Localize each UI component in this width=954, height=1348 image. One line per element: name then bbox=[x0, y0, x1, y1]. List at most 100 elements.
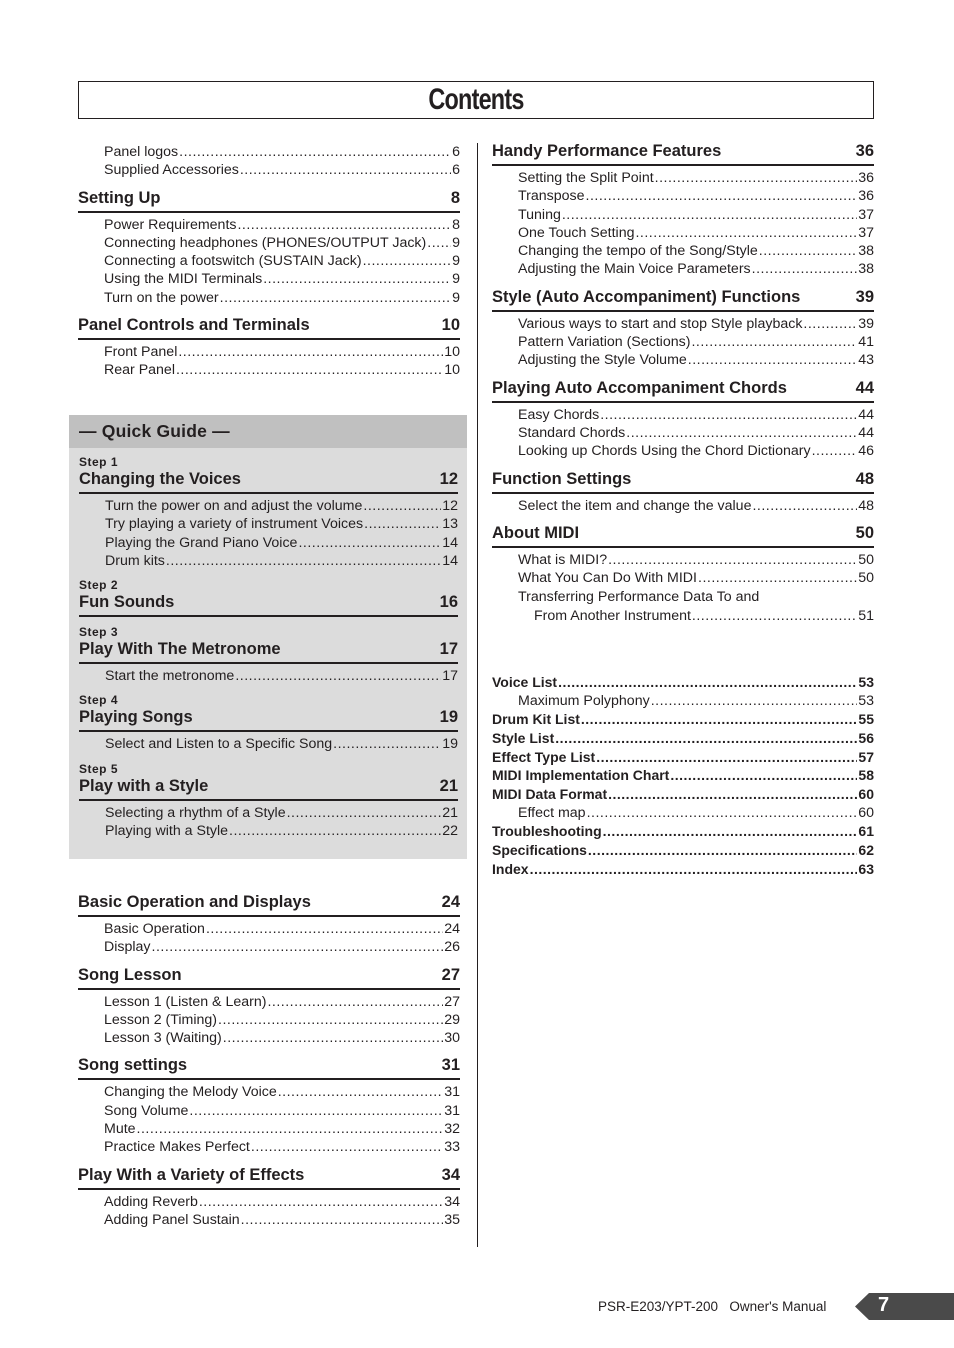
toc-section: Play With a Variety of Effects 34 Adding R… bbox=[78, 1165, 460, 1230]
section-heading[interactable]: Changing the Voices 12 bbox=[79, 469, 458, 494]
toc-entry[interactable]: Easy Chords 44 bbox=[492, 406, 874, 424]
section-heading[interactable]: Function Settings 48 bbox=[492, 469, 874, 494]
toc-entry-page: 22 bbox=[442, 823, 458, 840]
section-page: 44 bbox=[855, 378, 874, 397]
section-heading[interactable]: Song Lesson 27 bbox=[78, 965, 460, 990]
toc-entry[interactable]: Connecting a footswitch (SUSTAIN Jack) 9 bbox=[78, 252, 460, 270]
toc-subentries: Setting the Split Point36Transpose36Tuni… bbox=[492, 166, 874, 279]
toc-entry-page: 51 bbox=[858, 607, 874, 624]
toc-entry[interactable]: Voice List 53 bbox=[492, 673, 874, 692]
toc-entry[interactable]: Adding Panel Sustain 35 bbox=[78, 1211, 460, 1229]
toc-entry-label: Selecting a rhythm of a Style bbox=[105, 804, 286, 821]
section-heading[interactable]: Play with a Style 21 bbox=[79, 776, 458, 801]
toc-entry[interactable]: Start the metronome 17 bbox=[79, 667, 458, 685]
toc-entry[interactable]: Power Requirements 8 bbox=[78, 216, 460, 234]
quick-guide-panel: — Quick Guide — Step 1 Changing the Voice… bbox=[69, 415, 467, 859]
section-title: Setting Up bbox=[78, 188, 161, 207]
section-heading[interactable]: Handy Performance Features 36 bbox=[492, 141, 874, 166]
toc-entry[interactable]: Looking up Chords Using the Chord Dictio… bbox=[492, 442, 874, 460]
toc-entry[interactable]: Transpose 36 bbox=[492, 187, 874, 205]
toc-section: Setting Up 8 Power Requirements 8 Connecting… bbox=[78, 188, 460, 307]
section-heading[interactable]: Setting Up 8 bbox=[78, 188, 460, 213]
toc-entry[interactable]: Lesson 2 (Timing) 29 bbox=[78, 1011, 460, 1029]
toc-entry-page: 43 bbox=[858, 352, 874, 369]
toc-entry[interactable]: Troubleshooting 61 bbox=[492, 822, 874, 841]
section-heading[interactable]: Fun Sounds 16 bbox=[79, 592, 458, 618]
toc-entry[interactable]: Mute 32 bbox=[78, 1120, 460, 1138]
toc-entry[interactable]: Lesson 1 (Listen & Learn) 27 bbox=[78, 993, 460, 1011]
section-heading[interactable]: Play With a Variety of Effects 34 bbox=[78, 1165, 460, 1190]
toc-entry[interactable]: Index 63 bbox=[492, 860, 874, 879]
leader-dots bbox=[278, 1083, 443, 1101]
quick-guide-step: Step 1 Changing the Voices 12 Turn the powe… bbox=[79, 456, 458, 570]
toc-entry-page: 58 bbox=[858, 767, 874, 784]
toc-entry-line1[interactable]: Transferring Performance Data To and bbox=[492, 588, 874, 606]
section-heading[interactable]: Playing Auto Accompaniment Chords 44 bbox=[492, 378, 874, 403]
toc-entry[interactable]: One Touch Setting 37 bbox=[492, 224, 874, 242]
toc-entry[interactable]: Turn on the power 9 bbox=[78, 289, 460, 307]
section-heading[interactable]: About MIDI 50 bbox=[492, 523, 874, 548]
toc-entry-page: 60 bbox=[858, 805, 874, 822]
section-heading[interactable]: Basic Operation and Displays 24 bbox=[78, 892, 460, 917]
toc-entry[interactable]: Tuning 37 bbox=[492, 206, 874, 224]
leader-dots bbox=[759, 242, 857, 260]
toc-entry[interactable]: Front Panel 10 bbox=[78, 343, 460, 361]
toc-entry[interactable]: Selecting a rhythm of a Style 21 bbox=[79, 804, 458, 822]
toc-entry-label: Drum Kit List bbox=[492, 711, 580, 728]
toc-entry[interactable]: Adjusting the Style Volume 43 bbox=[492, 351, 874, 369]
toc-entry[interactable]: Changing the tempo of the Song/Style 38 bbox=[492, 242, 874, 260]
toc-entry[interactable]: Try playing a variety of instrument Voic… bbox=[79, 515, 458, 533]
section-heading[interactable]: Playing Songs 19 bbox=[79, 707, 458, 733]
section-title: Handy Performance Features bbox=[492, 142, 722, 160]
leader-dots bbox=[206, 920, 443, 938]
toc-entry[interactable]: Rear Panel 10 bbox=[78, 361, 460, 379]
toc-entry[interactable]: Song Volume 31 bbox=[78, 1102, 460, 1120]
toc-entry[interactable]: Style List 56 bbox=[492, 729, 874, 748]
toc-entry[interactable]: Lesson 3 (Waiting) 30 bbox=[78, 1029, 460, 1047]
toc-entry-label: Specifications bbox=[492, 842, 587, 859]
toc-entry[interactable]: Display 26 bbox=[78, 938, 460, 956]
toc-entry[interactable]: MIDI Data Format 60 bbox=[492, 785, 874, 804]
section-heading[interactable]: Song settings 31 bbox=[78, 1055, 460, 1081]
toc-entry[interactable]: What is MIDI? 50 bbox=[492, 551, 874, 569]
toc-entry[interactable]: Connecting headphones (PHONES/OUTPUT Jac… bbox=[78, 234, 460, 252]
toc-entry[interactable]: Setting the Split Point 36 bbox=[492, 169, 874, 187]
toc-entry-label: Drum kits bbox=[105, 552, 165, 569]
toc-entry[interactable]: Pattern Variation (Sections) 41 bbox=[492, 333, 874, 351]
toc-entry[interactable]: Turn the power on and adjust the volume 1… bbox=[79, 497, 458, 515]
toc-entry[interactable]: Supplied Accessories 6 bbox=[78, 161, 460, 179]
column-divider bbox=[477, 143, 479, 1247]
toc-entry[interactable]: Standard Chords 44 bbox=[492, 424, 874, 442]
toc-entry[interactable]: MIDI Implementation Chart 58 bbox=[492, 766, 874, 785]
toc-entry[interactable]: Playing the Grand Piano Voice 14 bbox=[79, 534, 458, 552]
section-heading[interactable]: Panel Controls and Terminals 10 bbox=[78, 315, 460, 341]
toc-entry[interactable]: Specifications 62 bbox=[492, 841, 874, 860]
toc-entry[interactable]: What You Can Do With MIDI 50 bbox=[492, 569, 874, 587]
toc-entry[interactable]: Panel logos 6 bbox=[78, 143, 460, 161]
toc-entry[interactable]: Basic Operation 24 bbox=[78, 920, 460, 938]
toc-subentries: What is MIDI?50What You Can Do With MIDI… bbox=[492, 548, 874, 625]
toc-entry[interactable]: Changing the Melody Voice 31 bbox=[78, 1083, 460, 1101]
section-heading[interactable]: Play With The Metronome 17 bbox=[79, 639, 458, 665]
toc-entry[interactable]: Various ways to start and stop Style pla… bbox=[492, 315, 874, 333]
toc-entry[interactable]: Adding Reverb 34 bbox=[78, 1193, 460, 1211]
toc-subentries: Easy Chords 44 Standard Chords 44 Looking up… bbox=[492, 403, 874, 461]
toc-entry[interactable]: Playing with a Style 22 bbox=[79, 822, 458, 840]
toc-entry[interactable]: Adjusting the Main Voice Parameters 38 bbox=[492, 260, 874, 278]
toc-entry[interactable]: Effect Type List 57 bbox=[492, 748, 874, 767]
toc-entry[interactable]: Select the item and change the value 48 bbox=[492, 497, 874, 515]
toc-entry[interactable]: Drum Kit List 55 bbox=[492, 710, 874, 729]
toc-entry[interactable]: From Another Instrument 51 bbox=[492, 607, 874, 625]
toc-entry-page: 39 bbox=[858, 315, 874, 332]
section-title: Play With a Variety of Effects bbox=[78, 1165, 305, 1184]
toc-entry[interactable]: Effect map 60 bbox=[492, 804, 874, 822]
toc-entry[interactable]: Select and Listen to a Specific Song 19 bbox=[79, 735, 458, 753]
leader-dots bbox=[581, 710, 858, 729]
toc-entry[interactable]: Drum kits 14 bbox=[79, 552, 458, 570]
leader-dots bbox=[237, 216, 451, 234]
toc-entry[interactable]: Practice Makes Perfect 33 bbox=[78, 1138, 460, 1156]
section-heading[interactable]: Style (Auto Accompaniment) Functions 39 bbox=[492, 287, 874, 312]
toc-entry-label: Adding Panel Sustain bbox=[104, 1211, 240, 1228]
toc-entry[interactable]: Maximum Polyphony 53 bbox=[492, 692, 874, 710]
toc-entry[interactable]: Using the MIDI Terminals 9 bbox=[78, 270, 460, 288]
